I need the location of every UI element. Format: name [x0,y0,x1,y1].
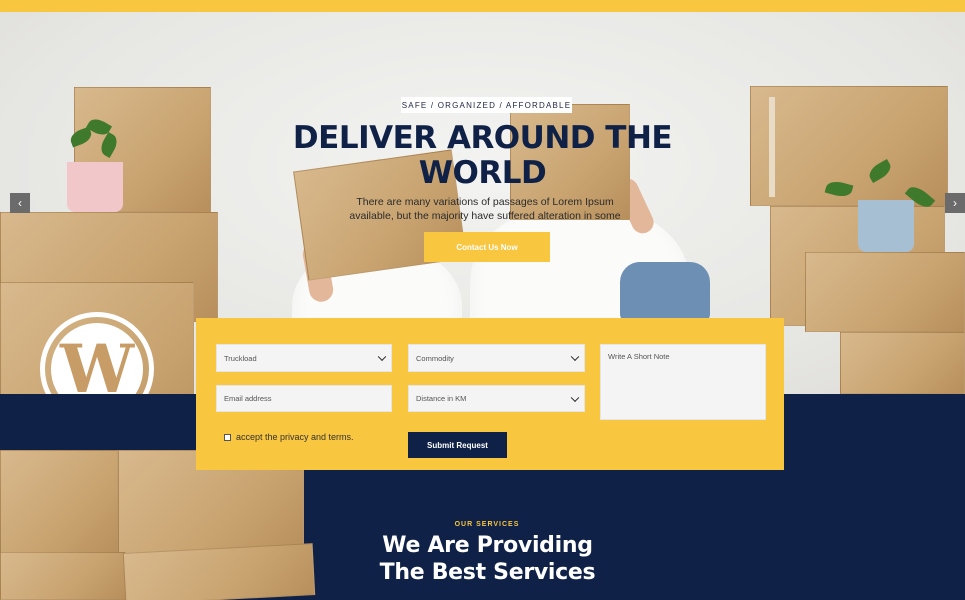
commodity-select-value: Commodity [416,353,454,363]
commodity-select[interactable]: Commodity [408,344,585,372]
hero-description-line1: There are many variations of passages of… [356,196,614,208]
services-title-line1: We Are Providing [382,533,593,558]
email-field[interactable]: Email address [216,385,392,412]
slider-next-arrow[interactable]: › [945,193,965,213]
services-title: We Are Providing The Best Services [340,532,635,586]
hero-title-line1: DELIVER AROUND THE [292,120,673,156]
distance-select-value: Distance in KM [416,394,467,403]
chevron-down-icon [570,352,580,362]
email-field-placeholder: Email address [224,394,272,403]
hero-description-line2: available, but the majority have suffere… [349,210,621,222]
hero-title-line2: WORLD [418,155,547,191]
distance-select[interactable]: Distance in KM [408,385,585,412]
short-note-field[interactable]: Write A Short Note [600,344,766,420]
truckload-select[interactable]: Truckload [216,344,392,372]
contact-us-button[interactable]: Contact Us Now [424,232,550,262]
plant-pot-right [858,200,914,252]
privacy-label: accept the privacy and terms. [236,432,354,442]
short-note-placeholder: Write A Short Note [608,352,670,361]
services-tag: OUR SERVICES [454,521,520,528]
box-stack-1-top [0,450,118,556]
hero-tagline-badge: SAFE / ORGANIZED / AFFORDABLE [401,97,572,113]
jeans [620,262,710,322]
box-right-bottom [840,332,965,394]
chevron-down-icon [377,352,387,362]
box-right-front [805,252,965,332]
slider-prev-arrow[interactable]: ‹ [10,193,30,213]
privacy-consent: accept the privacy and terms. [224,432,354,442]
plant-pot-left [67,162,123,212]
top-accent-bar [0,0,965,12]
box-stack-4-top [122,543,316,600]
privacy-checkbox[interactable] [224,433,231,441]
truckload-select-value: Truckload [224,353,257,363]
services-title-line2: The Best Services [379,560,596,585]
chevron-down-icon [570,393,580,402]
hero-description: There are many variations of passages of… [340,195,630,223]
box-stack-3-top [0,552,126,600]
hero-title: DELIVER AROUND THE WORLD [280,121,685,191]
submit-request-button[interactable]: Submit Request [408,432,507,458]
